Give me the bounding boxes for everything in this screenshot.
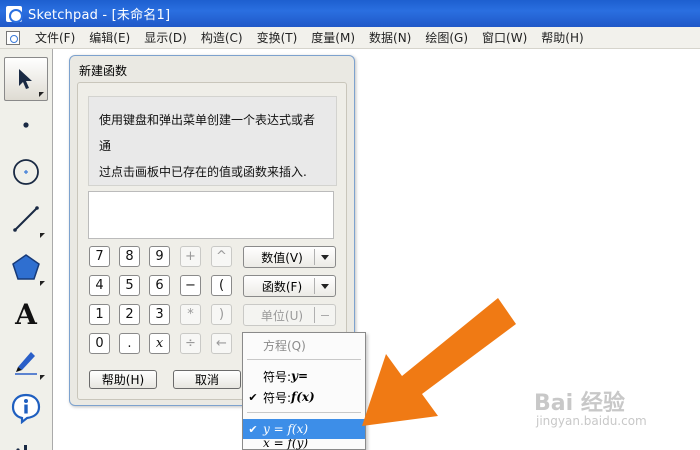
tool-menu-indicator [40, 281, 45, 286]
marker-tool-icon [15, 352, 37, 375]
menu-help[interactable]: 帮助(H) [534, 27, 590, 49]
menu-item-equation-label: 方程(Q) [263, 338, 306, 353]
hint-line-2: 过点击画板中已存在的值或函数来插入. [99, 165, 307, 179]
x-equals-fy-label: x = f(y) [263, 439, 309, 450]
tool-compass[interactable] [4, 150, 48, 194]
checkmark-icon: ✔ [248, 422, 258, 436]
key-8[interactable]: 8 [119, 246, 140, 267]
app-icon [6, 5, 23, 23]
unit-dropdown-label: 单位(U) [260, 308, 304, 323]
symbol-y-value: y= [291, 369, 309, 383]
key-9[interactable]: 9 [149, 246, 170, 267]
menu-window[interactable]: 窗口(W) [475, 27, 534, 49]
menu-file[interactable]: 文件(F) [28, 27, 82, 49]
key-1[interactable]: 1 [89, 304, 110, 325]
tool-menu-indicator [39, 92, 44, 97]
key-decimal[interactable]: . [119, 333, 140, 354]
watermark-logo: Bai 经验 [534, 391, 625, 416]
y-equals-fx-label: y = f(x) [263, 422, 309, 436]
tool-menu-indicator [40, 375, 45, 380]
tool-information[interactable] [4, 386, 48, 430]
cancel-button[interactable]: 取消 [173, 370, 241, 389]
key-backspace[interactable]: ← [211, 333, 232, 354]
key-power[interactable]: ^ [211, 246, 232, 267]
menu-data[interactable]: 数据(N) [362, 27, 418, 49]
key-7[interactable]: 7 [89, 246, 110, 267]
value-dropdown-button[interactable]: 数值(V) [243, 246, 336, 268]
expression-input[interactable] [88, 191, 334, 239]
key-5[interactable]: 5 [119, 275, 140, 296]
symbol-fx-value: f(x) [291, 390, 315, 404]
key-3[interactable]: 3 [149, 304, 170, 325]
key-open-paren[interactable]: ( [211, 275, 232, 296]
menu-construct[interactable]: 构造(C) [194, 27, 250, 49]
unit-dropdown-button[interactable]: 单位(U) [243, 304, 336, 326]
watermark-url: jingyan.baidu.com [536, 414, 647, 428]
help-button[interactable]: 帮助(H) [89, 370, 157, 389]
hint-line-1: 使用键盘和弹出菜单创建一个表达式或者通 [99, 113, 316, 153]
symbol-y-label: 符号: [263, 369, 292, 384]
key-plus[interactable]: + [180, 246, 201, 267]
key-multiply[interactable]: * [180, 304, 201, 325]
toolbox: A [0, 49, 53, 450]
menu-graph[interactable]: 绘图(G) [418, 27, 475, 49]
more-tools-icon [16, 445, 27, 450]
checkmark-icon: ✔ [248, 390, 258, 404]
text-tool-icon: A [15, 297, 37, 331]
key-6[interactable]: 6 [149, 275, 170, 296]
hint-text-box: 使用键盘和弹出菜单创建一个表达式或者通 过点击画板中已存在的值或函数来插入. [88, 96, 337, 186]
key-0[interactable]: 0 [89, 333, 110, 354]
menu-edit[interactable]: 编辑(E) [82, 27, 137, 49]
compass-tool-icon [13, 159, 39, 185]
window-title: Sketchpad - [未命名1] [28, 8, 171, 23]
function-dropdown-label: 函数(F) [261, 279, 303, 294]
value-dropdown-label: 数值(V) [261, 250, 303, 265]
tool-polygon[interactable] [4, 245, 48, 289]
key-4[interactable]: 4 [89, 275, 110, 296]
dialog-title: 新建函数 [79, 64, 128, 78]
menu-transform[interactable]: 变换(T) [250, 27, 305, 49]
information-tool-icon [11, 393, 41, 424]
title-bar: Sketchpad - [未命名1] [0, 0, 700, 27]
straightedge-tool-icon [13, 206, 39, 232]
document-icon[interactable] [6, 30, 20, 45]
tool-straightedge[interactable] [4, 197, 48, 241]
key-2[interactable]: 2 [119, 304, 140, 325]
menu-measure[interactable]: 度量(M) [304, 27, 362, 49]
key-close-paren[interactable]: ) [211, 304, 232, 325]
chevron-down-icon [315, 284, 335, 289]
tool-text[interactable]: A [4, 292, 48, 336]
annotation-arrow-icon [362, 298, 516, 426]
tool-arrow-select[interactable] [4, 57, 48, 101]
arrow-select-icon [19, 69, 32, 89]
key-divide[interactable]: ÷ [180, 333, 201, 354]
function-dropdown-button[interactable]: 函数(F) [243, 275, 336, 297]
tool-menu-indicator [40, 233, 45, 238]
point-tool-icon [23, 122, 29, 128]
symbol-fx-label: 符号: [263, 390, 292, 405]
tool-marker[interactable] [4, 339, 48, 383]
menu-bar: 文件(F) 编辑(E) 显示(D) 构造(C) 变换(T) 度量(M) 数据(N… [0, 27, 700, 49]
more-tools-indicator[interactable] [14, 441, 38, 450]
polygon-tool-icon [12, 254, 40, 280]
key-minus[interactable]: − [180, 275, 201, 296]
chevron-down-icon [315, 255, 335, 260]
tool-point[interactable] [4, 103, 48, 147]
menu-display[interactable]: 显示(D) [137, 27, 194, 49]
key-variable-x[interactable]: x [149, 333, 170, 354]
